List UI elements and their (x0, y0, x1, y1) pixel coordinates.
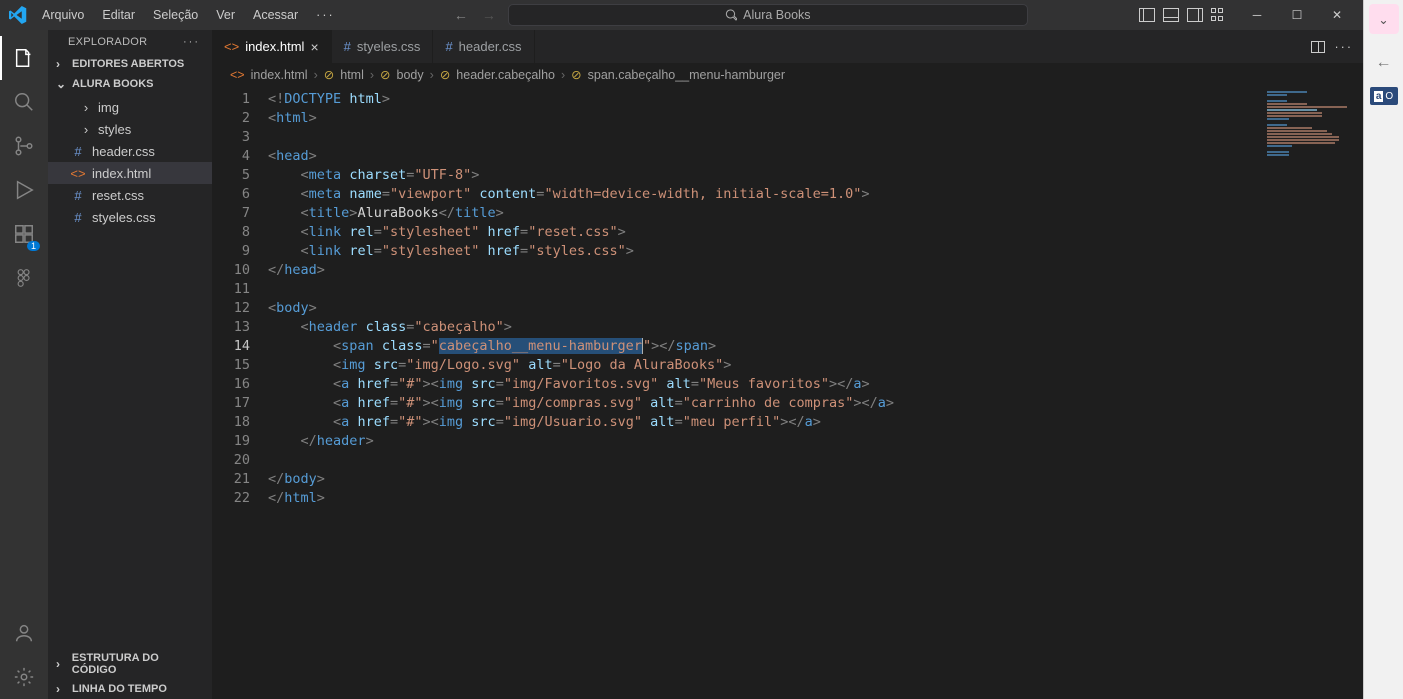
activity-explorer[interactable] (0, 36, 48, 80)
nav-forward-icon[interactable]: → (482, 7, 496, 23)
breadcrumbs[interactable]: <> index.html› ⊘html› ⊘body› ⊘header.cab… (212, 63, 1363, 86)
command-center[interactable]: Alura Books (508, 4, 1028, 26)
chevron-right-icon: › (56, 57, 68, 71)
brace-icon: ⊘ (440, 67, 450, 82)
menu-acessar[interactable]: Acessar (245, 4, 306, 26)
brace-icon: ⊘ (324, 67, 334, 82)
tab-styeles-css[interactable]: # styeles.css (332, 30, 434, 63)
menu-overflow[interactable]: ··· (308, 4, 343, 26)
layout-controls (1139, 8, 1227, 22)
line-gutter: 12345678910111213141516171819202122 (212, 86, 268, 699)
window-minimize[interactable]: ─ (1237, 0, 1277, 30)
section-outline[interactable]: › ESTRUTURA DO CÓDIGO (48, 649, 212, 679)
sidebar-title: EXPLORADOR (68, 36, 147, 48)
vscode-logo-icon (6, 3, 30, 27)
section-open-editors[interactable]: › EDITORES ABERTOS (48, 54, 212, 74)
customize-layout-icon[interactable] (1211, 8, 1227, 22)
editor-tabs: <> index.html × # styeles.css # header.c… (212, 30, 1363, 63)
tree-file-header-css[interactable]: #header.css (48, 140, 212, 162)
toggle-secondary-sidebar-icon[interactable] (1187, 8, 1203, 22)
file-tree: ›img ›styles #header.css <>index.html #r… (48, 94, 212, 230)
browser-side-panel: ⌄ ← aO (1363, 0, 1403, 699)
app-menu: Arquivo Editar Seleção Ver Acessar ··· (34, 4, 343, 26)
window-maximize[interactable]: ☐ (1277, 0, 1317, 30)
activity-scm[interactable] (0, 124, 48, 168)
activity-figma[interactable] (0, 256, 48, 300)
tree-file-reset-css[interactable]: #reset.css (48, 184, 212, 206)
tree-folder-styles[interactable]: ›styles (48, 118, 212, 140)
tab-index-html[interactable]: <> index.html × (212, 30, 332, 63)
close-tab-icon[interactable]: × (310, 39, 318, 55)
side-panel-item[interactable]: aO (1370, 87, 1398, 105)
activity-extensions[interactable]: 1 (0, 212, 48, 256)
brace-icon: ⊘ (380, 67, 390, 82)
code-content[interactable]: <!DOCTYPE html> <html> <head> <meta char… (268, 86, 1363, 699)
chevron-down-icon: ⌄ (56, 77, 68, 91)
activity-bar: 1 (0, 30, 48, 699)
activity-search[interactable] (0, 80, 48, 124)
title-bar: Arquivo Editar Seleção Ver Acessar ··· ←… (0, 0, 1363, 30)
css-file-icon: # (344, 39, 351, 54)
css-file-icon: # (445, 39, 452, 54)
more-actions-icon[interactable]: ··· (1335, 40, 1354, 54)
profile-dropdown[interactable]: ⌄ (1369, 4, 1399, 34)
tree-file-styeles-css[interactable]: #styeles.css (48, 206, 212, 228)
chevron-right-icon: › (56, 682, 68, 696)
tree-folder-img[interactable]: ›img (48, 96, 212, 118)
section-timeline[interactable]: › LINHA DO TEMPO (48, 679, 212, 699)
activity-account[interactable] (0, 611, 48, 655)
html-file-icon: <> (224, 39, 239, 54)
html-file-icon: <> (230, 68, 245, 82)
activity-settings[interactable] (0, 655, 48, 699)
menu-ver[interactable]: Ver (208, 4, 243, 26)
minimap[interactable] (1259, 90, 1359, 190)
code-editor[interactable]: 12345678910111213141516171819202122 <!DO… (212, 86, 1363, 699)
editor-area: <> index.html × # styeles.css # header.c… (212, 30, 1363, 699)
sidebar-more-icon[interactable]: ··· (183, 36, 200, 48)
nav-back-icon[interactable]: ← (454, 7, 468, 23)
activity-run[interactable] (0, 168, 48, 212)
split-editor-icon[interactable] (1311, 41, 1325, 53)
menu-arquivo[interactable]: Arquivo (34, 4, 92, 26)
search-icon (725, 9, 737, 21)
toggle-panel-icon[interactable] (1163, 8, 1179, 22)
command-center-label: Alura Books (743, 8, 810, 22)
window-close[interactable]: ✕ (1317, 0, 1357, 30)
menu-editar[interactable]: Editar (94, 4, 143, 26)
tree-file-index-html[interactable]: <>index.html (48, 162, 212, 184)
explorer-sidebar: EXPLORADOR ··· › EDITORES ABERTOS ⌄ ALUR… (48, 30, 212, 699)
chevron-right-icon: › (56, 657, 68, 671)
menu-selecao[interactable]: Seleção (145, 4, 206, 26)
brace-icon: ⊘ (571, 67, 581, 82)
tab-header-css[interactable]: # header.css (433, 30, 534, 63)
back-arrow-icon[interactable]: ← (1376, 54, 1392, 72)
section-folder[interactable]: ⌄ ALURA BOOKS (48, 74, 212, 94)
toggle-primary-sidebar-icon[interactable] (1139, 8, 1155, 22)
extensions-badge: 1 (27, 241, 40, 251)
